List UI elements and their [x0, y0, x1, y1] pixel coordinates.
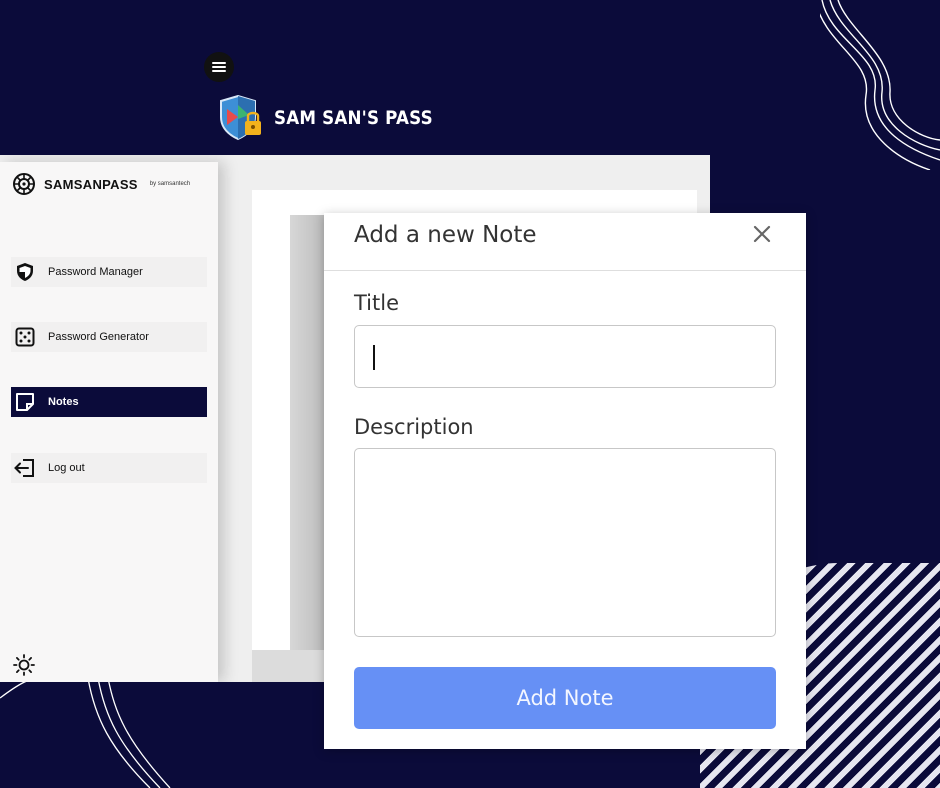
vault-icon	[13, 173, 35, 195]
sidebar: SAMSANPASS by samsantech Password Manage…	[0, 162, 218, 682]
hamburger-icon	[212, 62, 226, 72]
dice-icon	[14, 326, 36, 348]
logo-text: SAMSANPASS	[44, 176, 138, 192]
add-note-button[interactable]: Add Note	[354, 667, 776, 729]
sidebar-item-password-manager[interactable]: Password Manager	[11, 257, 207, 287]
sidebar-item-label: Password Generator	[48, 331, 149, 343]
content-footer	[252, 650, 332, 682]
sidebar-item-label: Password Manager	[48, 266, 143, 278]
logout-icon	[14, 457, 36, 479]
sidebar-item-logout[interactable]: Log out	[11, 453, 207, 483]
sidebar-item-label: Notes	[48, 396, 79, 408]
menu-toggle-button[interactable]	[204, 52, 234, 82]
app-logo[interactable]: SAMSANPASS by samsantech	[12, 172, 190, 196]
brand-name: SAM SAN'S PASS	[274, 107, 433, 129]
sidebar-item-password-generator[interactable]: Password Generator	[11, 322, 207, 352]
description-label: Description	[354, 415, 474, 439]
modal-header: Add a new Note	[324, 213, 806, 271]
add-note-modal: Add a new Note Title Description Add Not…	[324, 213, 806, 749]
logo-byline: by samsantech	[149, 181, 191, 187]
sidebar-item-label: Log out	[48, 462, 85, 474]
close-icon[interactable]	[752, 224, 772, 244]
note-icon	[14, 391, 36, 413]
shield-lock-icon	[220, 95, 261, 141]
sidebar-item-notes[interactable]: Notes	[11, 387, 207, 417]
text-cursor	[373, 345, 375, 370]
brand-header: SAM SAN'S PASS	[218, 95, 455, 141]
title-label: Title	[354, 291, 400, 315]
decorative-lines	[820, 0, 940, 170]
title-input[interactable]	[354, 325, 776, 388]
description-input[interactable]	[354, 448, 776, 637]
shield-icon	[14, 261, 36, 283]
decorative-lines-bottom	[0, 678, 171, 788]
modal-title: Add a new Note	[354, 222, 537, 248]
sun-icon[interactable]	[13, 654, 35, 676]
